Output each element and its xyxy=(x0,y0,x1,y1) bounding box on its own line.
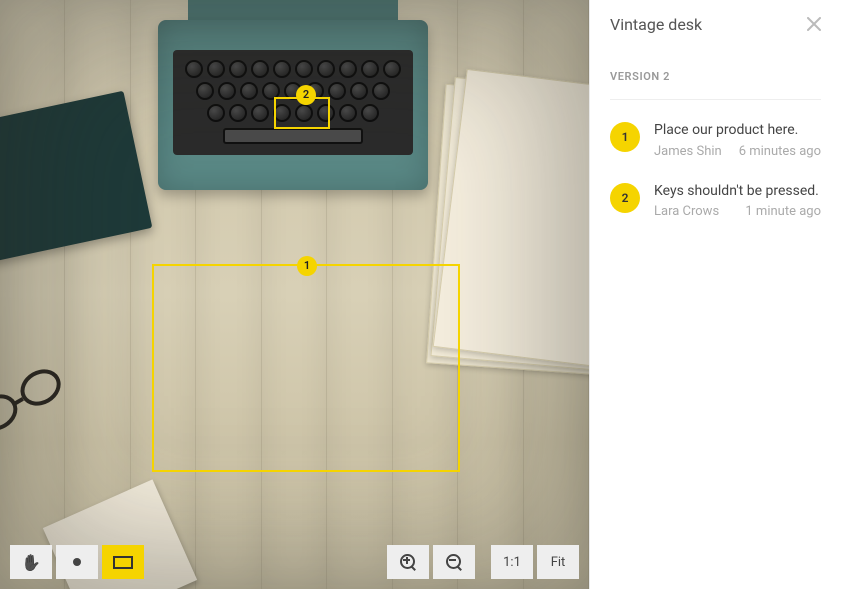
sidebar-title: Vintage desk xyxy=(610,15,702,34)
prop-typewriter xyxy=(148,0,438,200)
close-button[interactable] xyxy=(807,17,821,31)
comment-author: James Shin xyxy=(654,144,722,159)
zoom-fit-button[interactable]: Fit xyxy=(537,545,579,579)
comment-text: Keys shouldn't be pressed. xyxy=(654,183,821,201)
zoom-in-button[interactable] xyxy=(387,545,429,579)
tool-rect-button[interactable] xyxy=(102,545,144,579)
rectangle-icon xyxy=(113,556,133,569)
comment-time: 1 minute ago xyxy=(745,204,821,219)
comment-badge: 1 xyxy=(610,122,640,152)
comment-author: Lara Crows xyxy=(654,204,719,219)
comment-time: 6 minutes ago xyxy=(739,144,821,159)
zoom-actual-button[interactable]: 1:1 xyxy=(491,545,533,579)
prop-paper-stack xyxy=(433,69,589,371)
close-icon xyxy=(807,17,821,31)
tool-pan-button[interactable] xyxy=(10,545,52,579)
tool-point-button[interactable] xyxy=(56,545,98,579)
comment-text: Place our product here. xyxy=(654,122,821,140)
sidebar-header: Vintage desk xyxy=(610,0,821,48)
comment-item[interactable]: 1 Place our product here. James Shin 6 m… xyxy=(610,122,821,159)
annotation-badge-1[interactable]: 1 xyxy=(297,256,317,276)
dot-icon xyxy=(73,558,81,566)
zoom-in-icon xyxy=(400,554,416,570)
zoom-controls: 1:1 Fit xyxy=(387,545,579,579)
zoom-out-icon xyxy=(446,554,462,570)
annotation-badge-2[interactable]: 2 xyxy=(296,85,316,105)
comments-sidebar: Vintage desk VERSION 2 1 Place our produ… xyxy=(589,0,841,589)
zoom-out-button[interactable] xyxy=(433,545,475,579)
version-label: VERSION 2 xyxy=(610,48,821,100)
canvas-area[interactable]: 1 2 1:1 Fit xyxy=(0,0,589,589)
tool-palette xyxy=(10,545,144,579)
comments-list: 1 Place our product here. James Shin 6 m… xyxy=(610,100,821,219)
hand-icon xyxy=(21,553,41,572)
comment-badge: 2 xyxy=(610,183,640,213)
comment-item[interactable]: 2 Keys shouldn't be pressed. Lara Crows … xyxy=(610,183,821,220)
app-root: 1 2 1:1 Fit xyxy=(0,0,841,589)
